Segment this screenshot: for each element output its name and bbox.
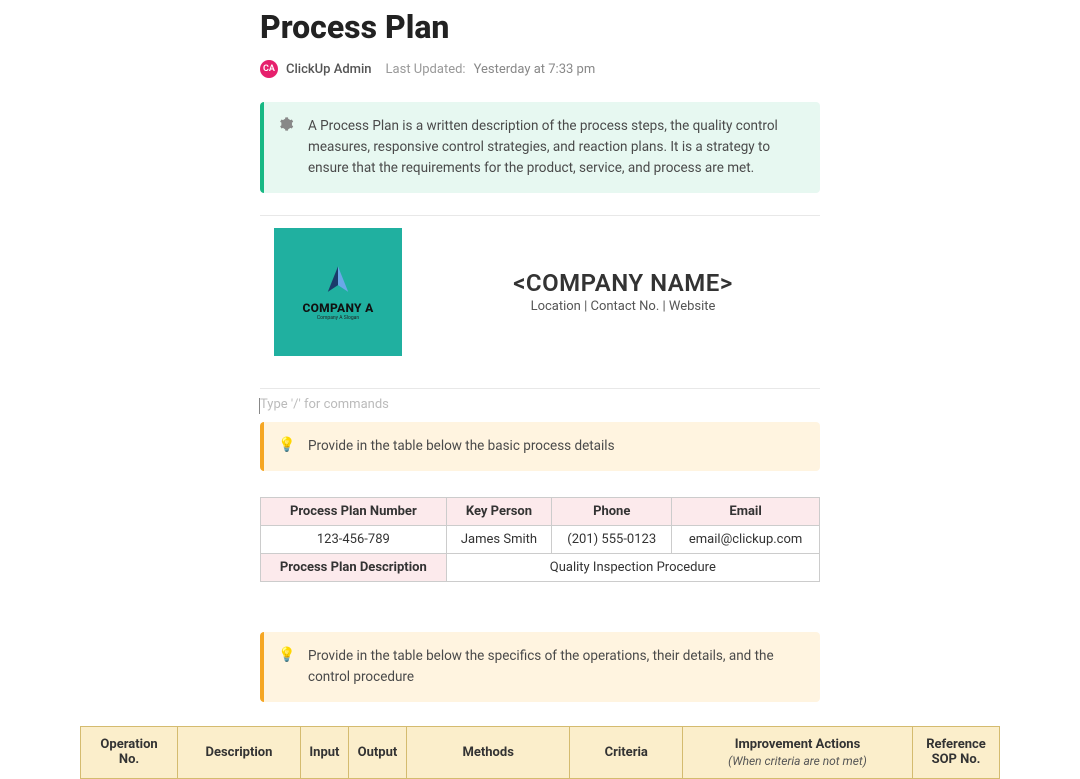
operations-table[interactable]: Operation No. Description Input Output M… <box>80 726 1000 779</box>
bulb-icon: 💡 <box>278 436 296 457</box>
logo-slogan: Company A Slogan <box>317 315 359 321</box>
td-key-person[interactable]: James Smith <box>446 525 552 553</box>
company-logo: COMPANY A Company A Slogan <box>274 228 402 356</box>
updated-value: Yesterday at 7:33 pm <box>474 62 596 77</box>
th-phone: Phone <box>552 497 672 525</box>
td-plan-no[interactable]: 123-456-789 <box>261 525 447 553</box>
author-name[interactable]: ClickUp Admin <box>286 62 372 77</box>
updated-label: Last Updated: <box>386 62 466 77</box>
th-desc: Process Plan Description <box>261 553 447 581</box>
th-op-no: Operation No. <box>81 726 178 778</box>
company-name[interactable]: <COMPANY NAME> <box>426 269 820 297</box>
command-input[interactable]: Type '/' for commands <box>260 397 820 412</box>
th-key-person: Key Person <box>446 497 552 525</box>
th-criteria: Criteria <box>570 726 682 778</box>
th-methods: Methods <box>406 726 570 778</box>
company-header: COMPANY A Company A Slogan <COMPANY NAME… <box>260 224 820 366</box>
doc-meta: CA ClickUp Admin Last Updated: Yesterday… <box>260 60 820 78</box>
th-email: Email <box>672 497 820 525</box>
gear-icon <box>278 116 296 179</box>
th-ref: Reference SOP No. <box>913 726 1000 778</box>
avatar[interactable]: CA <box>260 60 278 78</box>
divider <box>260 215 820 216</box>
th-improve-sub: (When criteria are not met) <box>691 754 904 768</box>
th-desc: Description <box>178 726 301 778</box>
ops-callout: 💡 Provide in the table below the specifi… <box>260 632 820 702</box>
th-input: Input <box>300 726 348 778</box>
th-plan-no: Process Plan Number <box>261 497 447 525</box>
th-output: Output <box>348 726 406 778</box>
process-info-table[interactable]: Process Plan Number Key Person Phone Ema… <box>260 497 820 582</box>
basic-details-callout: 💡 Provide in the table below the basic p… <box>260 422 820 471</box>
logo-name: COMPANY A <box>302 301 373 315</box>
basic-callout-text: Provide in the table below the basic pro… <box>308 436 615 457</box>
bulb-icon: 💡 <box>278 646 296 688</box>
company-subline[interactable]: Location | Contact No. | Website <box>426 299 820 314</box>
divider <box>260 388 820 389</box>
logo-mark-icon <box>321 263 355 297</box>
intro-text: A Process Plan is a written description … <box>308 116 802 179</box>
th-improve: Improvement Actions (When criteria are n… <box>682 726 912 778</box>
td-desc[interactable]: Quality Inspection Procedure <box>446 553 819 581</box>
intro-callout: A Process Plan is a written description … <box>260 102 820 193</box>
td-email[interactable]: email@clickup.com <box>672 525 820 553</box>
page-title: Process Plan <box>260 8 820 46</box>
ops-callout-text: Provide in the table below the specifics… <box>308 646 802 688</box>
th-improve-main: Improvement Actions <box>735 737 861 752</box>
td-phone[interactable]: (201) 555-0123 <box>552 525 672 553</box>
